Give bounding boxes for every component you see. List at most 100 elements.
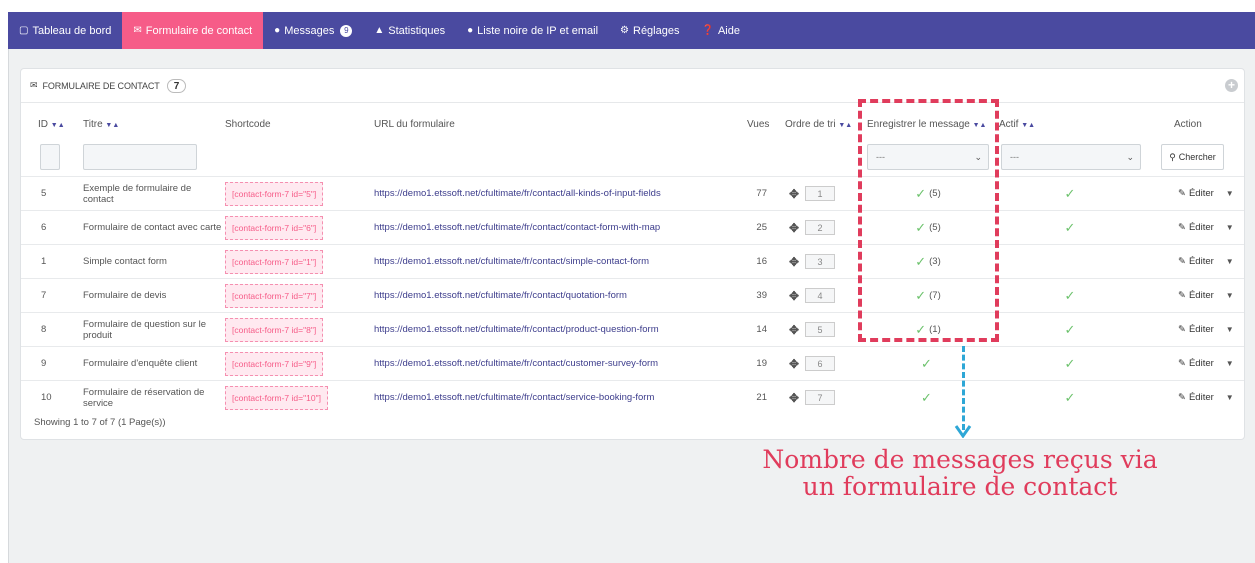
table-row: 9 Formulaire d'enquête client [contact-f… <box>21 346 1244 380</box>
column-header-id[interactable]: ID ▼▲ <box>38 119 65 130</box>
nav-statistiques[interactable]: ▲ Statistiques <box>363 12 456 49</box>
caret-down-icon[interactable]: ▼ <box>1226 223 1234 232</box>
sort-order-input[interactable]: 5 <box>805 322 836 337</box>
sort-icon[interactable]: ▼▲ <box>838 122 852 129</box>
row-order: ✥ 5 <box>789 313 836 346</box>
sort-order-input[interactable]: 3 <box>805 254 836 269</box>
shortcode-value[interactable]: [contact-form-7 id="9"] <box>225 351 324 376</box>
column-header-order[interactable]: Ordre de tri ▼▲ <box>785 119 852 130</box>
title-filter-input[interactable] <box>83 144 197 170</box>
nav-reglages[interactable]: ⚙ Réglages <box>609 12 690 49</box>
pagination-summary: Showing 1 to 7 of 7 (1 Page(s)) <box>34 417 166 428</box>
row-shortcode: [contact-form-7 id="9"] <box>225 347 324 380</box>
edit-button[interactable]: Éditer <box>1189 358 1214 369</box>
check-icon[interactable]: ✓ <box>1065 186 1076 202</box>
nav-label: Tableau de bord <box>32 24 112 37</box>
monitor-icon: ▢ <box>19 25 29 36</box>
row-url[interactable]: https://demo1.etssoft.net/cfultimate/fr/… <box>374 211 660 244</box>
row-active: ✓ <box>1001 211 1139 244</box>
row-order: ✥ 3 <box>789 245 836 278</box>
shortcode-value[interactable]: [contact-form-7 id="8"] <box>225 317 324 342</box>
row-url[interactable]: https://demo1.etssoft.net/cfultimate/fr/… <box>374 177 661 210</box>
sort-order-input[interactable]: 6 <box>805 356 836 371</box>
sort-icon[interactable]: ▼▲ <box>51 122 65 129</box>
row-url[interactable]: https://demo1.etssoft.net/cfultimate/fr/… <box>374 279 627 312</box>
check-icon[interactable]: ✓ <box>1065 390 1076 406</box>
row-url[interactable]: https://demo1.etssoft.net/cfultimate/fr/… <box>374 245 649 278</box>
row-url[interactable]: https://demo1.etssoft.net/cfultimate/fr/… <box>374 347 658 380</box>
sort-order-input[interactable]: 7 <box>805 390 836 405</box>
nav-tableau-de-bord[interactable]: ▢ Tableau de bord <box>8 12 122 49</box>
id-filter-input[interactable] <box>40 144 60 170</box>
sort-icon[interactable]: ▼▲ <box>1021 122 1035 129</box>
caret-down-icon[interactable]: ▼ <box>1226 257 1234 266</box>
check-icon[interactable]: ✓ <box>1065 288 1076 304</box>
drag-handle-icon[interactable]: ✥ <box>789 187 799 201</box>
nav-liste-noire[interactable]: ● Liste noire de IP et email <box>456 12 609 49</box>
search-button[interactable]: ⚲ Chercher <box>1161 144 1224 170</box>
envelope-icon: ✉ <box>133 25 142 36</box>
nav-label: Aide <box>717 24 740 37</box>
drag-handle-icon[interactable]: ✥ <box>789 255 799 269</box>
annotation-line-1: Nombre de messages reçus via <box>762 445 1158 474</box>
row-action: ✎ Éditer ▼ <box>1178 381 1234 414</box>
shortcode-value[interactable]: [contact-form-7 id="6"] <box>225 215 324 240</box>
sort-order-input[interactable]: 4 <box>805 288 836 303</box>
drag-handle-icon[interactable]: ✥ <box>789 221 799 235</box>
sort-icon[interactable]: ▼▲ <box>105 122 119 129</box>
row-id: 5 <box>41 188 47 199</box>
check-icon[interactable]: ✓ <box>1065 220 1076 236</box>
row-views: 39 <box>756 290 767 301</box>
user-block-icon: ● <box>467 25 474 36</box>
row-action: ✎ Éditer ▼ <box>1178 177 1234 210</box>
caret-down-icon[interactable]: ▼ <box>1226 189 1234 198</box>
column-header-shortcode: Shortcode <box>225 119 271 130</box>
drag-handle-icon[interactable]: ✥ <box>789 391 799 405</box>
caret-down-icon[interactable]: ▼ <box>1226 393 1234 402</box>
nav-messages[interactable]: ● Messages 9 <box>263 12 363 49</box>
drag-handle-icon[interactable]: ✥ <box>789 357 799 371</box>
nav-aide[interactable]: ❓ Aide <box>690 12 750 49</box>
edit-button[interactable]: Éditer <box>1189 290 1214 301</box>
table-row: 5 Exemple de formulaire de contact [cont… <box>21 176 1244 210</box>
drag-handle-icon[interactable]: ✥ <box>789 323 799 337</box>
row-active: ✓ <box>1001 347 1139 380</box>
row-save-message: ✓ <box>859 381 997 414</box>
drag-handle-icon[interactable]: ✥ <box>789 289 799 303</box>
edit-button[interactable]: Éditer <box>1189 256 1214 267</box>
row-title: Formulaire de contact avec carte <box>83 222 222 233</box>
row-title: Exemple de formulaire de contact <box>83 182 192 205</box>
row-url[interactable]: https://demo1.etssoft.net/cfultimate/fr/… <box>374 313 659 346</box>
pencil-icon: ✎ <box>1178 358 1186 369</box>
caret-down-icon[interactable]: ▼ <box>1226 359 1234 368</box>
check-icon[interactable]: ✓ <box>921 390 932 406</box>
row-url[interactable]: https://demo1.etssoft.net/cfultimate/fr/… <box>374 381 654 414</box>
row-shortcode: [contact-form-7 id="10"] <box>225 381 328 414</box>
sort-order-input[interactable]: 1 <box>805 186 836 201</box>
shortcode-value[interactable]: [contact-form-7 id="1"] <box>225 249 324 274</box>
add-form-icon[interactable]: + <box>1225 79 1238 92</box>
row-order: ✥ 4 <box>789 279 836 312</box>
row-active: ✓ <box>1001 313 1139 346</box>
check-icon[interactable]: ✓ <box>921 356 932 372</box>
column-header-title[interactable]: Titre ▼▲ <box>83 119 119 130</box>
check-icon[interactable]: ✓ <box>1065 356 1076 372</box>
edit-button[interactable]: Éditer <box>1189 222 1214 233</box>
table-row: 6 Formulaire de contact avec carte [cont… <box>21 210 1244 244</box>
shortcode-value[interactable]: [contact-form-7 id="10"] <box>225 385 328 410</box>
panel-header: ✉ FORMULAIRE DE CONTACT 7 <box>21 69 1244 103</box>
column-header-active[interactable]: Actif ▼▲ <box>999 119 1035 130</box>
row-save-message: ✓ <box>859 347 997 380</box>
edit-button[interactable]: Éditer <box>1189 392 1214 403</box>
edit-button[interactable]: Éditer <box>1189 188 1214 199</box>
row-title: Formulaire d'enquête client <box>83 358 198 369</box>
check-icon[interactable]: ✓ <box>1065 322 1076 338</box>
nav-formulaire-de-contact[interactable]: ✉ Formulaire de contact <box>122 12 264 49</box>
caret-down-icon[interactable]: ▼ <box>1226 291 1234 300</box>
caret-down-icon[interactable]: ▼ <box>1226 325 1234 334</box>
shortcode-value[interactable]: [contact-form-7 id="5"] <box>225 181 324 206</box>
shortcode-value[interactable]: [contact-form-7 id="7"] <box>225 283 324 308</box>
sort-order-input[interactable]: 2 <box>805 220 836 235</box>
edit-button[interactable]: Éditer <box>1189 324 1214 335</box>
active-filter-select[interactable]: --- ⌄ <box>1001 144 1141 170</box>
